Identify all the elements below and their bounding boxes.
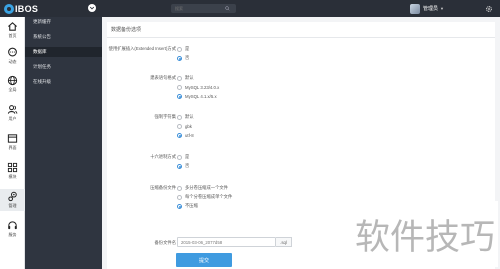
nav-item-home[interactable]: 首页 <box>0 19 25 41</box>
divider <box>107 37 495 38</box>
option-label: 是 <box>185 46 190 51</box>
globe-icon <box>7 75 18 86</box>
nav-label: 用户 <box>8 116 17 121</box>
option-label: 不压缩 <box>185 203 198 208</box>
option-label: 默认 <box>185 114 194 119</box>
radio-extended-no[interactable]: 否 <box>177 55 189 61</box>
radio-button[interactable] <box>177 203 182 209</box>
message-icon <box>8 47 17 57</box>
radio-button[interactable] <box>177 93 182 99</box>
label-charset: 强制字符集 <box>154 114 176 119</box>
radio-button[interactable] <box>177 55 182 61</box>
avatar <box>410 3 420 14</box>
option-label: 是 <box>185 154 190 159</box>
radio-charset-default[interactable]: 默认 <box>177 114 194 120</box>
backup-filename-input[interactable]: 2015-03-06_2077d58 <box>177 237 276 247</box>
radio-charset-gbk[interactable]: gbk <box>177 123 192 129</box>
option-label: MySQL 3.23/4.0.x <box>185 84 220 90</box>
radio-compress-single[interactable]: 多分卷压缩成一个文件 <box>177 185 228 191</box>
option-label: 默认 <box>185 75 194 80</box>
search-icon[interactable] <box>223 4 232 13</box>
nav-item-service[interactable]: 服务 <box>0 218 25 240</box>
label-compress: 压缩备份文件 <box>150 185 176 190</box>
chevron-down-icon <box>89 6 95 10</box>
nav-item-manage[interactable]: 管理 <box>0 189 25 211</box>
radio-button[interactable] <box>177 154 182 160</box>
nav-label: 动态 <box>8 59 17 64</box>
radio-compress-each[interactable]: 每个分卷压缩成单个文件 <box>177 194 232 200</box>
logo-text: IBOS <box>15 3 39 14</box>
user-name: 管理员 <box>423 6 439 12</box>
nav-label: 模块 <box>8 174 17 179</box>
search-input[interactable] <box>171 6 223 11</box>
radio-compress-none[interactable]: 不压缩 <box>177 203 198 209</box>
submenu-item-upgrade[interactable]: 在线升级 <box>25 77 102 87</box>
gear-icon[interactable] <box>484 4 493 13</box>
radio-button[interactable] <box>177 75 182 81</box>
radio-hex-yes[interactable]: 是 <box>177 154 189 160</box>
option-label: 否 <box>185 163 190 168</box>
top-bar: IBOS 管理员 ▼ <box>0 0 500 17</box>
submenu-item-announcement[interactable]: 系统公告 <box>25 32 102 42</box>
radio-compat-mysql41[interactable]: MySQL 4.1.x/5.x <box>177 93 217 99</box>
nav-label: 全局 <box>8 87 17 92</box>
window-icon <box>7 134 18 143</box>
radio-extended-yes[interactable]: 是 <box>177 46 189 52</box>
filename-suffix: .sql <box>276 237 292 247</box>
option-label: gbk <box>185 123 192 129</box>
panel-title: 数据备份选项 <box>111 27 142 33</box>
radio-button[interactable] <box>177 114 182 120</box>
radio-button[interactable] <box>177 132 182 138</box>
logo-mark-icon <box>4 3 14 14</box>
label-create-table-format: 建表语句格式 <box>150 75 176 80</box>
nav-item-global[interactable]: 全局 <box>0 73 25 95</box>
option-label: 否 <box>185 55 190 60</box>
radio-button[interactable] <box>177 46 182 52</box>
icon-nav: 首页 动态 全局 用户 界面 模块 管理 服务 <box>0 17 25 269</box>
app-logo[interactable]: IBOS <box>4 3 38 14</box>
option-label: 多分卷压缩成一个文件 <box>185 185 228 190</box>
submenu-item-cache[interactable]: 更新缓存 <box>25 17 102 27</box>
label-hex: 十六进制方式 <box>150 154 176 159</box>
nav-item-interface[interactable]: 界面 <box>0 131 25 153</box>
option-label: MySQL 4.1.x/5.x <box>185 93 217 99</box>
label-extended-insert: 使用扩展插入(Extended Insert)方式 <box>108 46 176 51</box>
radio-compat-default[interactable]: 默认 <box>177 75 194 81</box>
label-filename: 备份文件名 <box>154 240 176 245</box>
submenu-item-database[interactable]: 数据库 <box>25 47 102 57</box>
nav-item-modules[interactable]: 模块 <box>0 160 25 182</box>
collapse-menu-button[interactable] <box>88 4 96 12</box>
radio-button[interactable] <box>177 194 182 200</box>
grid-icon <box>7 162 18 173</box>
radio-hex-no[interactable]: 否 <box>177 163 189 169</box>
search-box[interactable] <box>171 4 236 13</box>
nav-label: 服务 <box>8 232 17 237</box>
nav-label: 界面 <box>8 145 17 150</box>
option-label: 每个分卷压缩成单个文件 <box>185 194 233 199</box>
radio-button[interactable] <box>177 185 182 191</box>
radio-charset-utf8[interactable]: utf-8 <box>177 132 194 138</box>
submit-button[interactable]: 提交 <box>176 253 232 267</box>
radio-button[interactable] <box>177 123 182 129</box>
nav-item-feed[interactable]: 动态 <box>0 45 25 67</box>
settings-icon <box>8 191 17 202</box>
headset-icon <box>8 221 17 230</box>
users-icon <box>7 105 18 114</box>
home-icon <box>8 22 17 31</box>
option-label: utf-8 <box>185 132 194 138</box>
submenu-item-cron[interactable]: 计划任务 <box>25 62 102 72</box>
nav-item-users[interactable]: 用户 <box>0 102 25 124</box>
sub-menu: 更新缓存 系统公告 数据库 计划任务 在线升级 <box>25 17 102 269</box>
watermark-text: 软件技巧 <box>352 201 498 267</box>
radio-button[interactable] <box>177 163 182 169</box>
radio-button[interactable] <box>177 84 182 90</box>
caret-down-icon: ▼ <box>440 6 444 11</box>
user-menu[interactable]: 管理员 ▼ <box>410 3 444 14</box>
radio-compat-mysql323[interactable]: MySQL 3.23/4.0.x <box>177 84 219 90</box>
nav-label: 首页 <box>8 33 17 38</box>
nav-label: 管理 <box>8 203 17 208</box>
